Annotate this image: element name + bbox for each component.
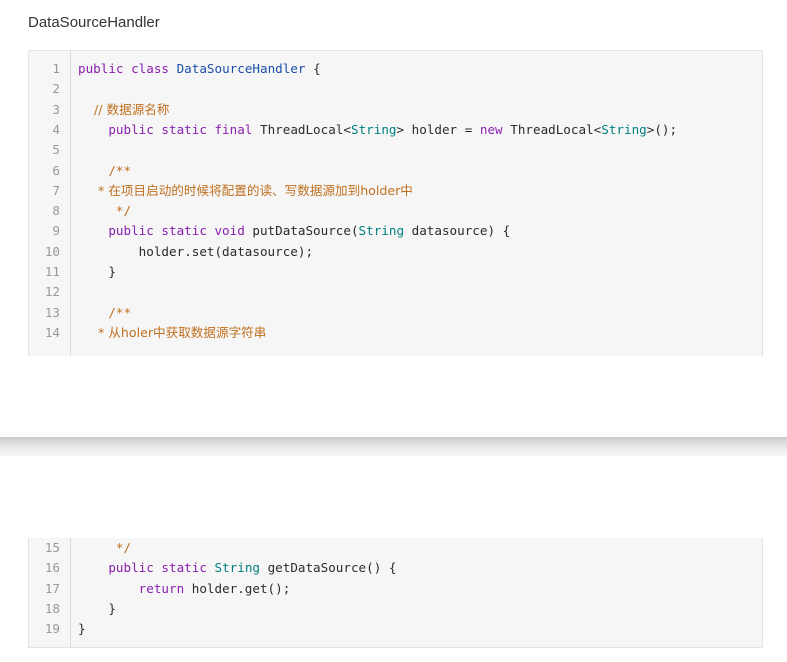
code-token: * 在项目启动的时候将配置的读、写数据源加到holder中 bbox=[78, 182, 413, 198]
code-line: 18 } bbox=[29, 599, 762, 619]
code-token: public class bbox=[78, 61, 177, 76]
code-token: > holder = bbox=[396, 121, 480, 137]
code-token: // 数据源名称 bbox=[78, 101, 170, 117]
line-number: 1 bbox=[52, 61, 60, 76]
code-text: */ bbox=[78, 201, 131, 221]
code-text: * 从holer中获取数据源字符串 bbox=[78, 323, 266, 343]
code-token: public static final bbox=[78, 121, 260, 137]
line-number: 13 bbox=[44, 304, 60, 320]
code-line: 8 */ bbox=[29, 201, 762, 221]
line-number: 2 bbox=[52, 81, 60, 97]
code-line: 14 * 从holer中获取数据源字符串 bbox=[29, 323, 762, 343]
code-token: new bbox=[479, 121, 511, 137]
code-text: public static String getDataSource() { bbox=[78, 558, 396, 578]
code-line: 7 * 在项目启动的时候将配置的读、写数据源加到holder中 bbox=[29, 181, 762, 201]
code-token: } bbox=[78, 264, 116, 279]
code-token: datasource) { bbox=[404, 223, 511, 239]
line-number: 3 bbox=[52, 101, 60, 117]
code-line: 11 } bbox=[29, 262, 762, 282]
line-number: 18 bbox=[44, 600, 60, 616]
line-number: 10 bbox=[44, 243, 60, 259]
code-text: holder.set(datasource); bbox=[78, 242, 313, 262]
line-number: 6 bbox=[52, 162, 60, 178]
code-token: ThreadLocal< bbox=[510, 121, 602, 137]
code-line: 4 public static final ThreadLocal<String… bbox=[29, 120, 762, 140]
code-token: putDataSource( bbox=[252, 223, 359, 239]
code-text: public static void putDataSource(String … bbox=[78, 221, 510, 241]
code-text: /** bbox=[78, 303, 131, 323]
line-number: 8 bbox=[52, 203, 60, 219]
code-block-bottom: 15 */ 16 public static String getDataSou… bbox=[28, 538, 763, 648]
line-number: 16 bbox=[44, 560, 60, 576]
code-token: * 从holer中获取数据源字符串 bbox=[78, 324, 267, 340]
code-line: 10 holder.set(datasource); bbox=[29, 242, 762, 262]
code-text: public static final ThreadLocal<String> … bbox=[78, 120, 677, 140]
code-line: 1 public class DataSourceHandler { bbox=[29, 59, 762, 79]
code-token: public static bbox=[78, 560, 215, 576]
code-block-top: 1 public class DataSourceHandler { 2 3 //… bbox=[28, 50, 763, 356]
line-number: 14 bbox=[44, 324, 60, 340]
code-line: 15 */ bbox=[29, 538, 762, 558]
code-line: 2 bbox=[29, 79, 762, 99]
code-line: 3 // 数据源名称 bbox=[29, 100, 762, 120]
code-text: * 在项目启动的时候将配置的读、写数据源加到holder中 bbox=[78, 181, 413, 201]
line-number: 7 bbox=[52, 182, 60, 198]
code-text: /** bbox=[78, 161, 131, 181]
code-line: 5 bbox=[29, 140, 762, 160]
line-number: 12 bbox=[44, 284, 60, 300]
code-text: } bbox=[78, 619, 86, 639]
line-number: 9 bbox=[52, 223, 60, 239]
code-line: 6 /** bbox=[29, 161, 762, 181]
code-line: 13 /** bbox=[29, 303, 762, 323]
code-token: public static void bbox=[78, 223, 253, 239]
code-token: /** bbox=[78, 162, 132, 178]
code-token: String bbox=[350, 121, 397, 137]
page-break-divider bbox=[0, 437, 787, 456]
code-line: 16 public static String getDataSource() … bbox=[29, 558, 762, 578]
code-token: holder.get(); bbox=[191, 580, 291, 596]
line-number: 11 bbox=[44, 264, 60, 279]
code-line: 9 public static void putDataSource(Strin… bbox=[29, 221, 762, 241]
file-title: DataSourceHandler bbox=[28, 14, 160, 31]
code-token: String bbox=[358, 223, 405, 239]
code-token: /** bbox=[78, 304, 132, 320]
line-number: 4 bbox=[52, 121, 60, 137]
code-text: */ bbox=[78, 538, 131, 558]
code-token: getDataSource() { bbox=[259, 560, 397, 576]
line-number: 19 bbox=[44, 621, 60, 637]
code-text: public class DataSourceHandler { bbox=[78, 59, 321, 79]
code-token: return bbox=[78, 580, 192, 596]
code-text: // 数据源名称 bbox=[78, 100, 169, 120]
code-text: } bbox=[78, 262, 116, 282]
code-token: String bbox=[214, 560, 260, 576]
code-token: ThreadLocal< bbox=[259, 121, 351, 137]
code-token: String bbox=[601, 121, 647, 137]
code-line: 19} bbox=[29, 619, 762, 639]
code-token: } bbox=[78, 600, 116, 616]
code-line: 17 return holder.get(); bbox=[29, 579, 762, 599]
line-number: 5 bbox=[52, 142, 60, 158]
code-text: return holder.get(); bbox=[78, 579, 291, 599]
code-line: 12 bbox=[29, 282, 762, 302]
code-text: } bbox=[78, 599, 116, 619]
code-token: } bbox=[78, 621, 86, 637]
code-token: holder.set(datasource); bbox=[78, 243, 314, 259]
line-number: 17 bbox=[44, 580, 60, 596]
code-token: */ bbox=[78, 203, 132, 219]
code-token: >(); bbox=[646, 121, 678, 137]
line-number: 15 bbox=[44, 540, 60, 555]
code-token: DataSourceHandler bbox=[176, 61, 306, 76]
code-token: { bbox=[305, 61, 321, 76]
code-token: */ bbox=[78, 540, 132, 555]
